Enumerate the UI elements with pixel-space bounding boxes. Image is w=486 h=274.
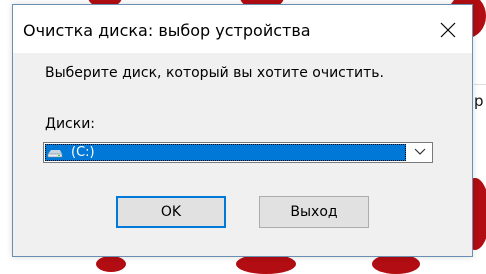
background-divider: [474, 84, 486, 85]
background-decoration: [96, 256, 126, 272]
background-decoration: [372, 254, 420, 274]
drive-select-value: (C:): [71, 145, 95, 160]
chevron-down-icon[interactable]: [414, 148, 426, 156]
drive-select-selection: (C:): [45, 144, 406, 161]
ok-button[interactable]: OK: [116, 196, 226, 228]
drive-icon: [47, 150, 63, 158]
disk-cleanup-dialog: Очистка диска: выбор устройства Выберите…: [12, 4, 473, 257]
background-decoration: [236, 254, 296, 274]
background-text: р: [474, 92, 484, 110]
close-button[interactable]: [425, 11, 471, 49]
window-title: Очистка диска: выбор устройства: [23, 21, 311, 40]
exit-button[interactable]: Выход: [259, 196, 369, 228]
close-icon: [440, 22, 456, 38]
drives-label: Диски:: [45, 116, 96, 132]
drive-select[interactable]: (C:): [43, 142, 433, 163]
instruction-text: Выберите диск, который вы хотите очистит…: [45, 65, 384, 81]
title-bar: Очистка диска: выбор устройства: [13, 5, 472, 53]
